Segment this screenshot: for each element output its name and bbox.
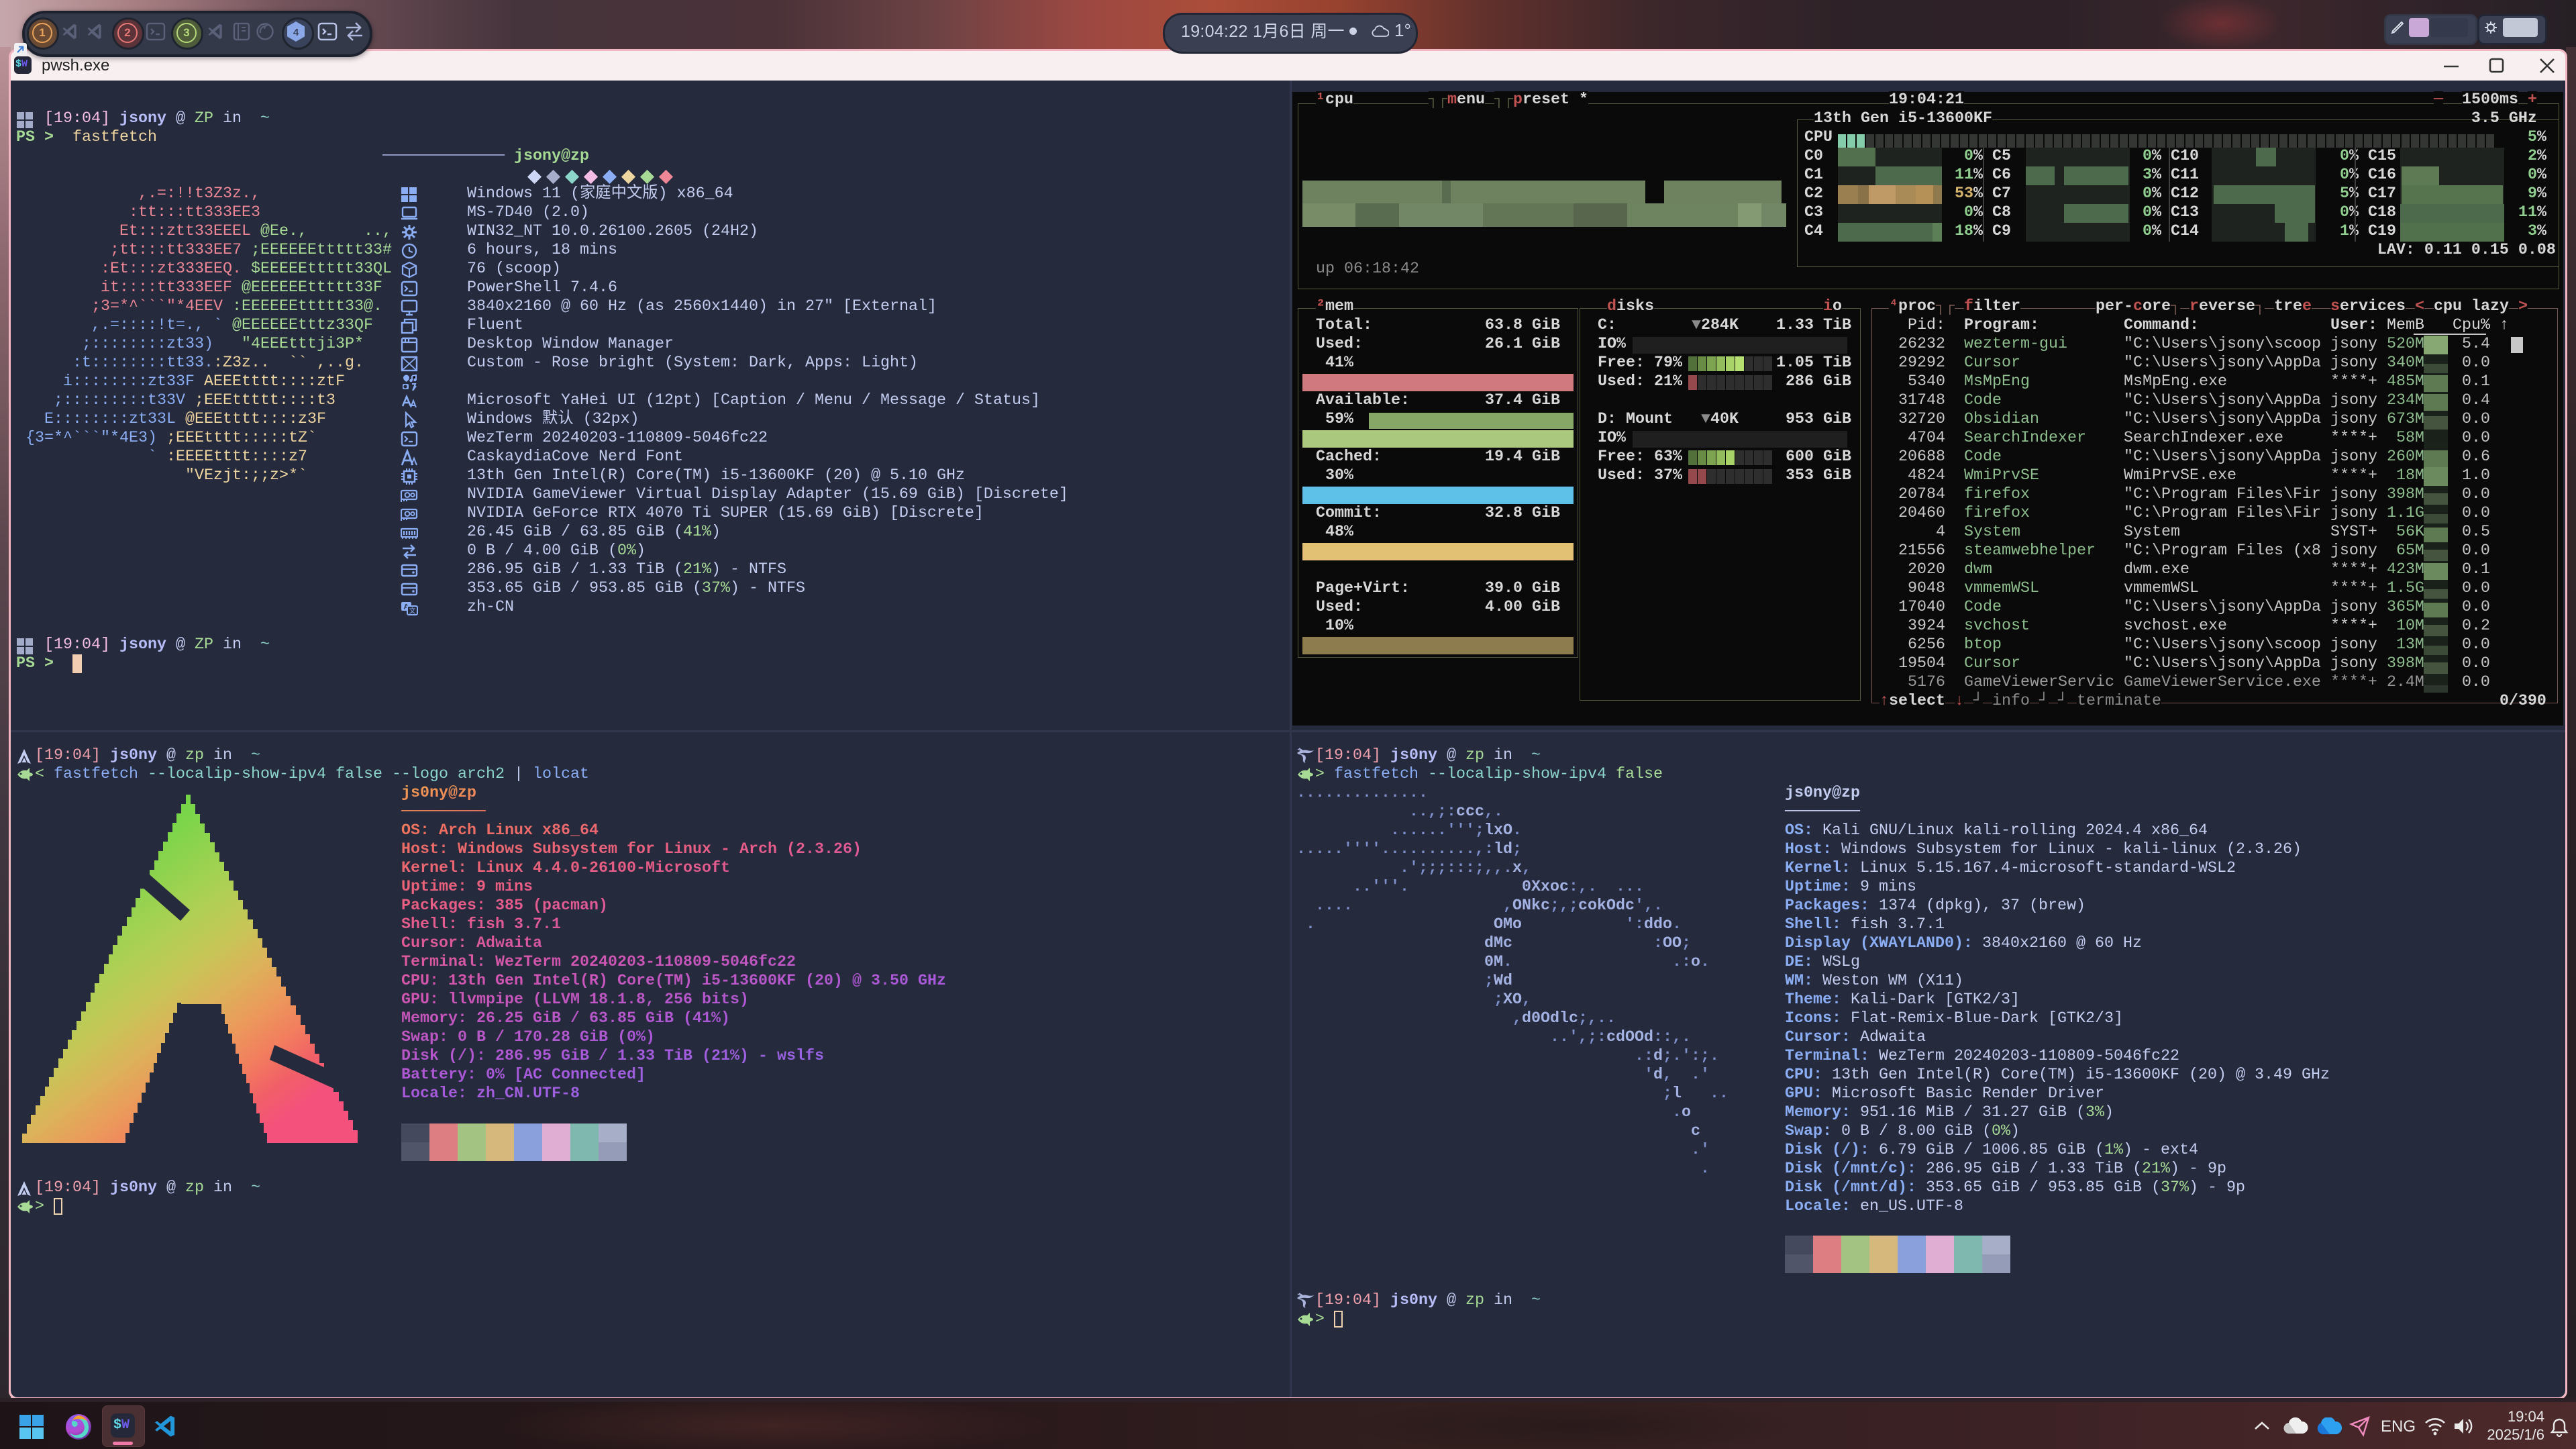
- svg-text:4: 4: [293, 27, 299, 38]
- svg-text:文: 文: [409, 607, 416, 615]
